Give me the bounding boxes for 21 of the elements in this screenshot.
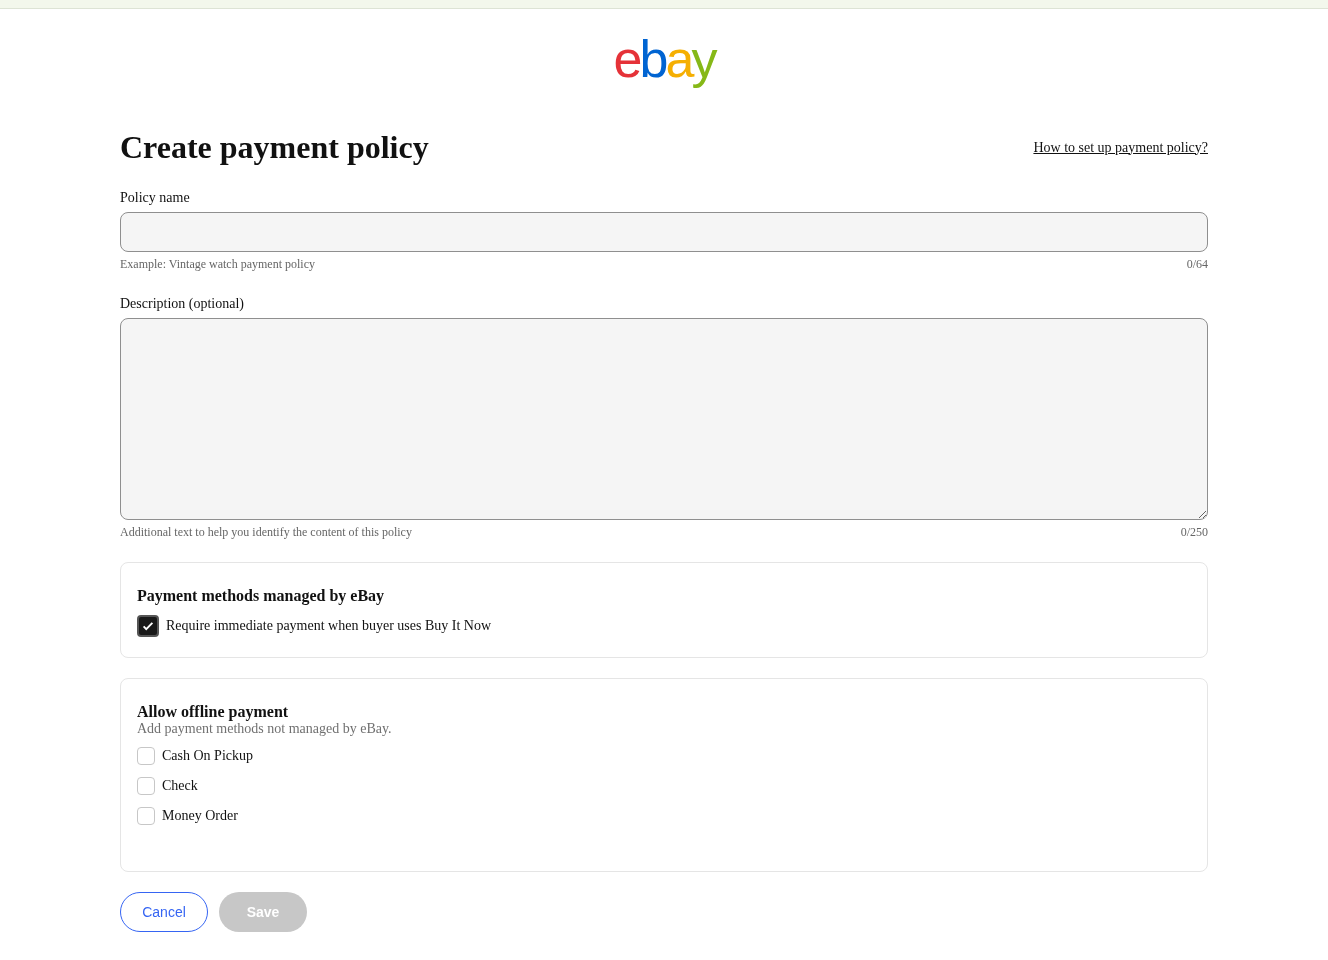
page-title: Create payment policy (120, 129, 429, 166)
description-field[interactable] (120, 318, 1208, 520)
checkbox-label: Require immediate payment when buyer uses Buy It Now (166, 618, 492, 634)
checkbox-label: Cash On Pickup (162, 748, 253, 764)
checkbox-label: Money Order (162, 808, 238, 824)
section-subtitle: Add payment methods not managed by eBay. (137, 721, 392, 737)
policy-name-field[interactable] (120, 212, 1208, 252)
character-counter: 0/64 (1186, 257, 1208, 272)
help-link[interactable]: How to set up payment policy? (1033, 139, 1208, 156)
checkbox-label: Check (162, 778, 198, 794)
cancel-button[interactable]: Cancel (120, 892, 208, 932)
field-hint: Additional text to help you identify the content of this policy (120, 525, 412, 540)
character-counter: 0/250 (1180, 525, 1208, 540)
section-title: Allow offline payment (137, 703, 289, 721)
section-title: Payment methods managed by eBay (137, 587, 385, 605)
checkmark-icon (141, 619, 155, 633)
checkbox[interactable] (137, 615, 159, 637)
field-label: Policy name (120, 190, 190, 206)
field-label: Description (optional) (120, 296, 245, 312)
field-hint: Example: Vintage watch payment policy (120, 257, 315, 272)
ebay-logo: ebay (613, 31, 715, 89)
